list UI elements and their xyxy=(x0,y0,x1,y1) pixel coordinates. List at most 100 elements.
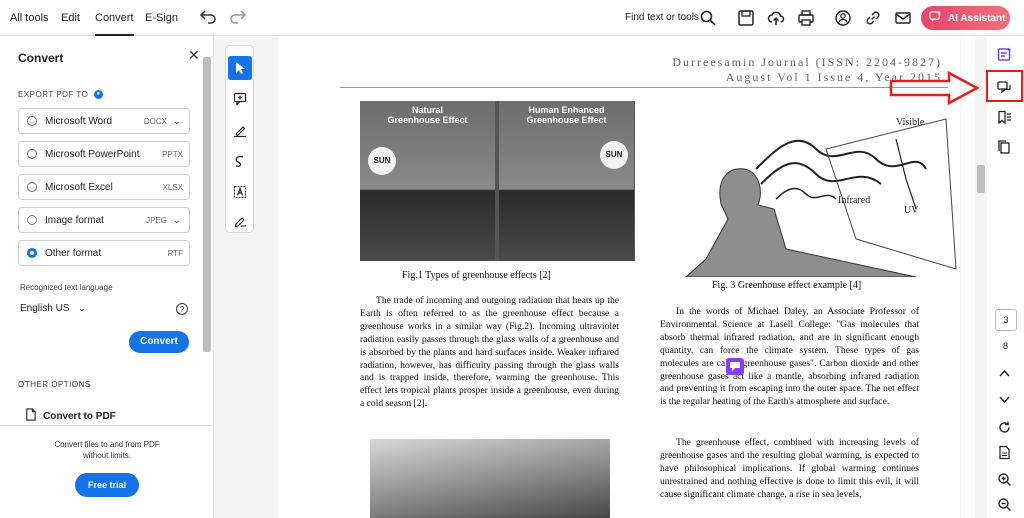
select-cursor-icon[interactable] xyxy=(228,56,252,80)
sign-icon[interactable] xyxy=(228,209,252,233)
format-option-powerpoint[interactable]: Microsoft PowerPoint PPTX xyxy=(18,141,190,167)
left-paragraph: The trade of incoming and outgoing radia… xyxy=(360,295,619,410)
annotation-arrow-icon xyxy=(889,70,979,106)
language-value: English US xyxy=(20,303,70,314)
journal-line-1: Durreesamin Journal (ISSN: 2204-9827) xyxy=(672,55,942,69)
figure-3-caption: Fig. 3 Greenhouse effect example [4] xyxy=(712,280,862,291)
zoom-in-icon[interactable] xyxy=(995,470,1013,488)
menu-e-sign[interactable]: E-Sign xyxy=(145,0,178,36)
document-scrollbar[interactable] xyxy=(975,37,987,518)
highlight-pen-icon[interactable] xyxy=(228,118,252,142)
convert-to-pdf-option[interactable]: Convert to PDF xyxy=(24,408,116,424)
ai-assistant-label: AI Assistant xyxy=(948,12,1006,24)
format-ext: DOCX xyxy=(143,116,167,126)
radio-other-selected[interactable] xyxy=(27,248,37,258)
redo-icon[interactable] xyxy=(229,9,247,27)
export-pdf-text: EXPORT PDF TO xyxy=(18,90,89,99)
figure-1-left-title-line-1: Natural xyxy=(411,105,443,115)
promo-text: Convert files to and from PDF without li… xyxy=(0,439,214,461)
radio-excel[interactable] xyxy=(27,182,37,192)
find-text-label[interactable]: Find text or tools xyxy=(625,0,699,36)
format-ext: XLSX xyxy=(162,182,183,192)
panel-scroll-thumb[interactable] xyxy=(203,57,211,352)
page-fit-icon[interactable] xyxy=(995,443,1013,461)
figure-1-left-title: Natural Greenhouse Effect xyxy=(360,105,495,125)
save-icon[interactable] xyxy=(737,9,755,27)
chevron-down-icon[interactable]: ⌄ xyxy=(173,215,183,226)
header-rule xyxy=(340,87,948,88)
language-select[interactable]: English US ⌄ xyxy=(20,303,86,314)
ai-summary-icon[interactable] xyxy=(995,45,1013,63)
convert-button[interactable]: Convert xyxy=(129,331,189,353)
annotation-highlight-box xyxy=(986,70,1023,102)
right-rail xyxy=(961,37,1024,518)
figure-3-infrared-label: Infrared xyxy=(838,195,871,206)
format-ext: JPEG xyxy=(146,215,167,225)
format-ext: PPTX xyxy=(162,149,183,159)
menu-all-tools[interactable]: All tools xyxy=(10,0,49,36)
info-icon[interactable]: ● xyxy=(94,90,104,100)
format-label: Microsoft Word xyxy=(45,115,113,127)
right-paragraph-2: The greenhouse effect, combined with inc… xyxy=(660,437,919,500)
top-toolbar: All tools Edit Convert E-Sign Find text … xyxy=(0,0,1024,36)
format-option-other[interactable]: Other format RTF xyxy=(18,240,190,266)
zoom-out-icon[interactable] xyxy=(995,495,1013,513)
format-option-excel[interactable]: Microsoft Excel XLSX xyxy=(18,174,190,200)
free-trial-button[interactable]: Free trial xyxy=(75,473,139,497)
annotation-toolstrip xyxy=(225,45,254,233)
figure-1-right-title-line-2: Greenhouse Effect xyxy=(526,115,607,125)
format-option-word[interactable]: Microsoft Word DOCX ⌄ xyxy=(18,108,190,134)
ai-sparkle-icon xyxy=(929,10,942,26)
radio-image[interactable] xyxy=(27,215,37,225)
pdf-page: Durreesamin Journal (ISSN: 2204-9827) Au… xyxy=(278,37,960,518)
panel-title: Convert xyxy=(18,51,64,65)
draw-freehand-icon[interactable] xyxy=(228,149,252,173)
figure-3-visible-label: Visible xyxy=(896,117,925,128)
close-icon[interactable]: ✕ xyxy=(188,47,200,64)
promo-line-2: without limits. xyxy=(82,451,131,460)
document-scroll-thumb[interactable] xyxy=(977,165,985,193)
add-comment-icon[interactable] xyxy=(228,87,252,111)
format-label: Other format xyxy=(45,247,102,259)
bookmarks-icon[interactable] xyxy=(995,108,1013,126)
sun-label: SUN xyxy=(368,147,396,175)
print-icon[interactable] xyxy=(797,9,815,27)
search-icon[interactable] xyxy=(699,9,717,27)
export-pdf-label: EXPORT PDF TO ● xyxy=(18,90,104,100)
format-label: Microsoft PowerPoint xyxy=(45,148,140,160)
comment-marker-icon[interactable] xyxy=(726,358,744,375)
sun-label: SUN xyxy=(600,141,628,169)
text-box-icon[interactable] xyxy=(228,180,252,204)
link-icon[interactable] xyxy=(864,9,882,27)
convert-to-pdf-label: Convert to PDF xyxy=(43,410,116,422)
pages-copy-icon[interactable] xyxy=(995,138,1013,156)
share-user-icon[interactable] xyxy=(834,9,852,27)
total-pages: 8 xyxy=(1003,341,1009,351)
radio-word[interactable] xyxy=(27,116,37,126)
radio-powerpoint[interactable] xyxy=(27,149,37,159)
upload-cloud-icon[interactable] xyxy=(767,9,785,27)
figure-1-human: Human Enhanced Greenhouse Effect SUN xyxy=(499,101,634,261)
chevron-up-icon[interactable] xyxy=(995,364,1013,382)
menu-convert[interactable]: Convert xyxy=(95,0,134,36)
format-option-image[interactable]: Image format JPEG ⌄ xyxy=(18,207,190,233)
promo-line-1: Convert files to and from PDF xyxy=(54,440,160,449)
chevron-down-icon[interactable] xyxy=(995,390,1013,408)
email-icon[interactable] xyxy=(894,9,912,27)
current-page-input[interactable]: 3 xyxy=(995,309,1017,331)
figure-1-right-title-line-1: Human Enhanced xyxy=(528,105,605,115)
chevron-down-icon[interactable]: ⌄ xyxy=(173,116,183,127)
ai-assistant-button[interactable]: AI Assistant xyxy=(921,6,1010,30)
chevron-down-icon: ⌄ xyxy=(78,303,86,313)
format-ext: RTF xyxy=(167,248,183,258)
undo-icon[interactable] xyxy=(199,9,217,27)
panel-divider xyxy=(0,425,214,426)
format-label: Image format xyxy=(45,214,104,226)
other-options-label: OTHER OPTIONS xyxy=(18,380,91,389)
figure-3-uv-label: UV xyxy=(904,205,919,216)
figure-1-right-title: Human Enhanced Greenhouse Effect xyxy=(499,105,634,125)
menu-edit[interactable]: Edit xyxy=(61,0,80,36)
refresh-icon[interactable] xyxy=(995,418,1013,436)
panel-scrollbar[interactable] xyxy=(201,57,211,422)
help-icon[interactable]: ? xyxy=(176,303,188,315)
